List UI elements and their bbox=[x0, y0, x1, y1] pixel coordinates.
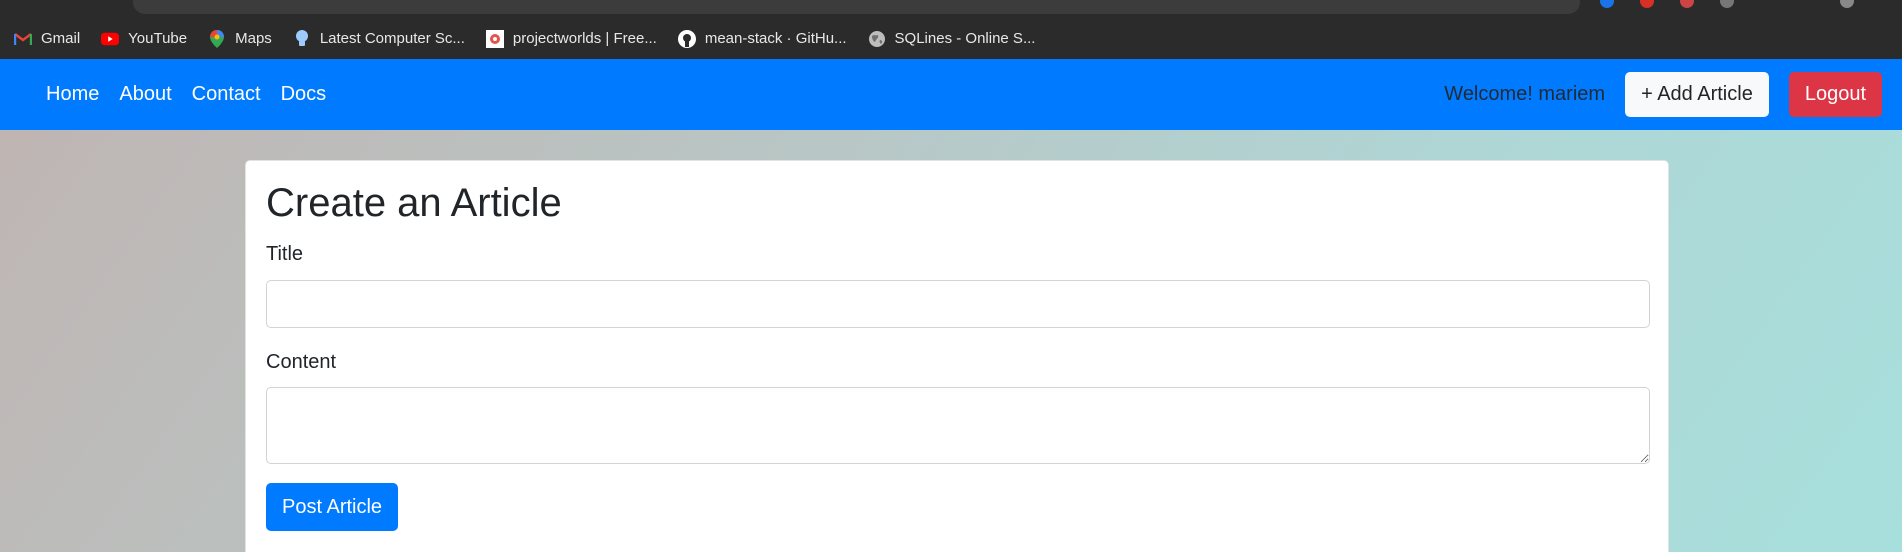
maps-icon bbox=[208, 29, 226, 48]
extension-icon[interactable] bbox=[1720, 0, 1734, 8]
youtube-icon bbox=[101, 30, 120, 48]
extension-icon[interactable] bbox=[1600, 0, 1614, 8]
nav-link-contact[interactable]: Contact bbox=[192, 83, 261, 106]
bookmark-mean-stack-github[interactable]: mean-stack · GitHu... bbox=[677, 29, 847, 48]
bookmark-label: projectworlds | Free... bbox=[512, 30, 657, 47]
nav-link-docs[interactable]: Docs bbox=[281, 83, 327, 106]
article-form-card: Create an Article Title Content Post Art… bbox=[245, 160, 1669, 552]
page-title: Create an Article bbox=[266, 181, 562, 225]
github-icon bbox=[677, 29, 696, 48]
bookmark-projectworlds[interactable]: projectworlds | Free... bbox=[485, 29, 657, 48]
bookmark-youtube[interactable]: YouTube bbox=[101, 30, 187, 48]
bookmark-maps[interactable]: Maps bbox=[208, 29, 272, 48]
browser-toolbar bbox=[0, 0, 1902, 18]
add-article-button[interactable]: + Add Article bbox=[1625, 72, 1769, 117]
bookmark-label: SQLines - Online S... bbox=[894, 30, 1036, 47]
page-background: Create an Article Title Content Post Art… bbox=[0, 130, 1902, 552]
bookmark-label: Maps bbox=[235, 30, 272, 47]
navbar: Home About Contact Docs Welcome! mariem … bbox=[0, 59, 1902, 130]
title-label: Title bbox=[266, 243, 304, 265]
extension-icon[interactable] bbox=[1680, 0, 1694, 8]
bookmark-sqlines[interactable]: SQLines - Online S... bbox=[868, 30, 1036, 48]
bookmarks-bar: Gmail YouTube Maps Latest Computer Sc...… bbox=[0, 18, 1902, 59]
gmail-icon bbox=[14, 30, 32, 48]
bookmark-latest-computer-science[interactable]: Latest Computer Sc... bbox=[293, 29, 465, 48]
logout-button[interactable]: Logout bbox=[1788, 72, 1882, 117]
lightbulb-icon bbox=[293, 29, 311, 48]
nav-link-about[interactable]: About bbox=[119, 83, 171, 106]
address-bar[interactable] bbox=[133, 0, 1580, 14]
title-input[interactable] bbox=[266, 280, 1650, 328]
content-textarea[interactable] bbox=[266, 387, 1650, 464]
globe-icon bbox=[868, 30, 886, 48]
bookmark-label: Gmail bbox=[41, 30, 81, 47]
profile-avatar[interactable] bbox=[1840, 0, 1854, 8]
post-article-button[interactable]: Post Article bbox=[266, 483, 399, 531]
bookmark-label: YouTube bbox=[128, 30, 188, 47]
content-label: Content bbox=[266, 351, 337, 373]
projectworlds-icon bbox=[485, 29, 504, 48]
bookmark-label: mean-stack · GitHu... bbox=[704, 30, 847, 47]
extension-icon[interactable] bbox=[1640, 0, 1654, 8]
bookmark-gmail[interactable]: Gmail bbox=[14, 30, 80, 48]
bookmark-label: Latest Computer Sc... bbox=[319, 30, 465, 47]
nav-link-home[interactable]: Home bbox=[46, 83, 99, 106]
welcome-message: Welcome! mariem bbox=[1444, 83, 1606, 105]
